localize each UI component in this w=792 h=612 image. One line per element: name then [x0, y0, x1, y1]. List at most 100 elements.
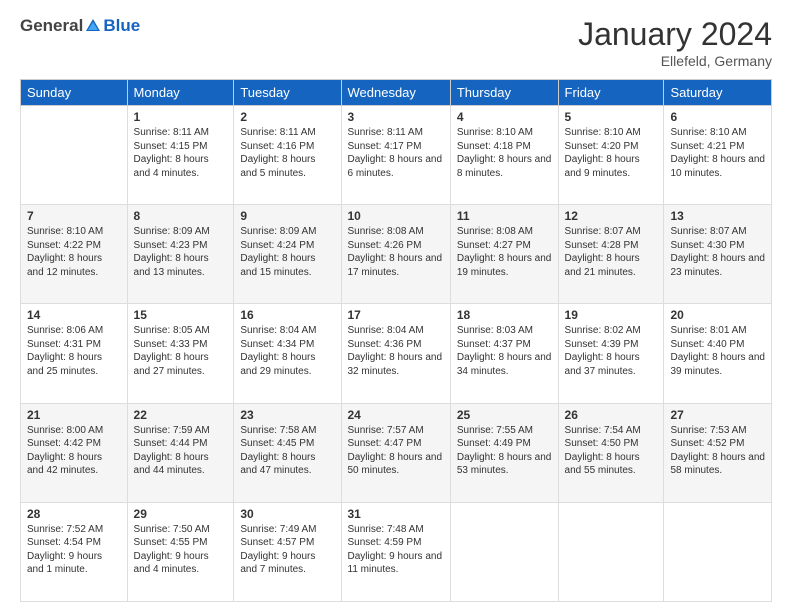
cell-content: Sunrise: 8:10 AMSunset: 4:18 PMDaylight:… — [457, 126, 552, 180]
day-number: 24 — [348, 408, 444, 422]
week-row-4: 28 Sunrise: 7:52 AMSunset: 4:54 PMDayligh… — [21, 502, 772, 601]
cell-2-4: 18 Sunrise: 8:03 AMSunset: 4:37 PMDayligh… — [450, 304, 558, 403]
calendar-table: Sunday Monday Tuesday Wednesday Thursday… — [20, 79, 772, 602]
cell-content: Sunrise: 8:09 AMSunset: 4:24 PMDaylight:… — [240, 225, 334, 279]
cell-3-3: 24 Sunrise: 7:57 AMSunset: 4:47 PMDayligh… — [341, 403, 450, 502]
day-number: 21 — [27, 408, 121, 422]
logo: General Blue — [20, 16, 140, 36]
cell-content: Sunrise: 7:57 AMSunset: 4:47 PMDaylight:… — [348, 424, 444, 478]
col-wednesday: Wednesday — [341, 80, 450, 106]
week-row-1: 7Sunrise: 8:10 AMSunset: 4:22 PMDaylight… — [21, 205, 772, 304]
cell-2-2: 16Sunrise: 8:04 AMSunset: 4:34 PMDayligh… — [234, 304, 341, 403]
day-number: 29 — [134, 507, 228, 521]
cell-content: Sunrise: 8:05 AMSunset: 4:33 PMDaylight:… — [134, 324, 228, 378]
cell-4-1: 29 Sunrise: 7:50 AMSunset: 4:55 PMDayligh… — [127, 502, 234, 601]
cell-4-2: 30 Sunrise: 7:49 AMSunset: 4:57 PMDayligh… — [234, 502, 341, 601]
cell-content: Sunrise: 8:08 AMSunset: 4:26 PMDaylight:… — [348, 225, 444, 279]
col-friday: Friday — [558, 80, 664, 106]
logo-icon — [84, 17, 102, 35]
cell-content: Sunrise: 8:10 AMSunset: 4:22 PMDaylight:… — [27, 225, 121, 279]
month-title: January 2024 — [578, 16, 772, 53]
cell-4-0: 28 Sunrise: 7:52 AMSunset: 4:54 PMDayligh… — [21, 502, 128, 601]
cell-content: Sunrise: 7:58 AMSunset: 4:45 PMDaylight:… — [240, 424, 334, 478]
cell-3-4: 25 Sunrise: 7:55 AMSunset: 4:49 PMDayligh… — [450, 403, 558, 502]
cell-1-5: 12 Sunrise: 8:07 AMSunset: 4:28 PMDayligh… — [558, 205, 664, 304]
cell-4-4 — [450, 502, 558, 601]
cell-content: Sunrise: 8:07 AMSunset: 4:28 PMDaylight:… — [565, 225, 658, 279]
cell-content: Sunrise: 8:03 AMSunset: 4:37 PMDaylight:… — [457, 324, 552, 378]
cell-0-3: 3Sunrise: 8:11 AMSunset: 4:17 PMDaylight… — [341, 106, 450, 205]
cell-content: Sunrise: 7:59 AMSunset: 4:44 PMDaylight:… — [134, 424, 228, 478]
day-number: 28 — [27, 507, 121, 521]
cell-content: Sunrise: 7:50 AMSunset: 4:55 PMDaylight:… — [134, 523, 228, 577]
cell-3-1: 22 Sunrise: 7:59 AMSunset: 4:44 PMDayligh… — [127, 403, 234, 502]
day-number: 25 — [457, 408, 552, 422]
cell-content: Sunrise: 7:49 AMSunset: 4:57 PMDaylight:… — [240, 523, 334, 577]
day-number: 2 — [240, 110, 334, 124]
page: General Blue January 2024 Ellefeld, Germ… — [0, 0, 792, 612]
logo-general: General — [20, 16, 83, 36]
day-number: 5 — [565, 110, 658, 124]
cell-content: Sunrise: 8:04 AMSunset: 4:36 PMDaylight:… — [348, 324, 444, 378]
day-number: 1 — [134, 110, 228, 124]
day-number: 10 — [348, 209, 444, 223]
day-number: 11 — [457, 209, 552, 223]
day-number: 27 — [670, 408, 765, 422]
cell-content: Sunrise: 8:11 AMSunset: 4:16 PMDaylight:… — [240, 126, 334, 180]
day-number: 3 — [348, 110, 444, 124]
week-row-0: 1 Sunrise: 8:11 AMSunset: 4:15 PMDaylight… — [21, 106, 772, 205]
cell-content: Sunrise: 7:53 AMSunset: 4:52 PMDaylight:… — [670, 424, 765, 478]
cell-1-0: 7Sunrise: 8:10 AMSunset: 4:22 PMDaylight… — [21, 205, 128, 304]
day-number: 31 — [348, 507, 444, 521]
col-thursday: Thursday — [450, 80, 558, 106]
cell-0-5: 5 Sunrise: 8:10 AMSunset: 4:20 PMDaylight… — [558, 106, 664, 205]
cell-2-3: 17 Sunrise: 8:04 AMSunset: 4:36 PMDayligh… — [341, 304, 450, 403]
day-number: 6 — [670, 110, 765, 124]
location: Ellefeld, Germany — [578, 53, 772, 69]
cell-content: Sunrise: 8:00 AMSunset: 4:42 PMDaylight:… — [27, 424, 121, 478]
day-number: 30 — [240, 507, 334, 521]
cell-4-3: 31 Sunrise: 7:48 AMSunset: 4:59 PMDayligh… — [341, 502, 450, 601]
cell-0-1: 1 Sunrise: 8:11 AMSunset: 4:15 PMDaylight… — [127, 106, 234, 205]
day-number: 17 — [348, 308, 444, 322]
cell-3-0: 21 Sunrise: 8:00 AMSunset: 4:42 PMDayligh… — [21, 403, 128, 502]
cell-content: Sunrise: 8:07 AMSunset: 4:30 PMDaylight:… — [670, 225, 765, 279]
day-number: 9 — [240, 209, 334, 223]
cell-content: Sunrise: 8:02 AMSunset: 4:39 PMDaylight:… — [565, 324, 658, 378]
cell-content: Sunrise: 8:08 AMSunset: 4:27 PMDaylight:… — [457, 225, 552, 279]
cell-3-2: 23 Sunrise: 7:58 AMSunset: 4:45 PMDayligh… — [234, 403, 341, 502]
cell-content: Sunrise: 7:48 AMSunset: 4:59 PMDaylight:… — [348, 523, 444, 577]
day-number: 20 — [670, 308, 765, 322]
day-number: 12 — [565, 209, 658, 223]
cell-content: Sunrise: 8:10 AMSunset: 4:20 PMDaylight:… — [565, 126, 658, 180]
cell-content: Sunrise: 8:04 AMSunset: 4:34 PMDaylight:… — [240, 324, 334, 378]
day-number: 23 — [240, 408, 334, 422]
day-number: 4 — [457, 110, 552, 124]
cell-content: Sunrise: 7:52 AMSunset: 4:54 PMDaylight:… — [27, 523, 121, 577]
cell-0-6: 6 Sunrise: 8:10 AMSunset: 4:21 PMDaylight… — [664, 106, 772, 205]
day-number: 14 — [27, 308, 121, 322]
col-tuesday: Tuesday — [234, 80, 341, 106]
cell-1-3: 10 Sunrise: 8:08 AMSunset: 4:26 PMDayligh… — [341, 205, 450, 304]
day-number: 22 — [134, 408, 228, 422]
cell-content: Sunrise: 8:09 AMSunset: 4:23 PMDaylight:… — [134, 225, 228, 279]
day-number: 13 — [670, 209, 765, 223]
cell-0-4: 4 Sunrise: 8:10 AMSunset: 4:18 PMDaylight… — [450, 106, 558, 205]
cell-3-6: 27 Sunrise: 7:53 AMSunset: 4:52 PMDayligh… — [664, 403, 772, 502]
cell-2-0: 14Sunrise: 8:06 AMSunset: 4:31 PMDayligh… — [21, 304, 128, 403]
cell-content: Sunrise: 8:10 AMSunset: 4:21 PMDaylight:… — [670, 126, 765, 180]
cell-0-2: 2 Sunrise: 8:11 AMSunset: 4:16 PMDaylight… — [234, 106, 341, 205]
cell-content: Sunrise: 7:54 AMSunset: 4:50 PMDaylight:… — [565, 424, 658, 478]
cell-2-6: 20Sunrise: 8:01 AMSunset: 4:40 PMDayligh… — [664, 304, 772, 403]
header: General Blue January 2024 Ellefeld, Germ… — [20, 16, 772, 69]
col-saturday: Saturday — [664, 80, 772, 106]
cell-1-4: 11 Sunrise: 8:08 AMSunset: 4:27 PMDayligh… — [450, 205, 558, 304]
cell-content: Sunrise: 7:55 AMSunset: 4:49 PMDaylight:… — [457, 424, 552, 478]
col-sunday: Sunday — [21, 80, 128, 106]
day-number: 19 — [565, 308, 658, 322]
day-number: 8 — [134, 209, 228, 223]
cell-2-1: 15Sunrise: 8:05 AMSunset: 4:33 PMDayligh… — [127, 304, 234, 403]
day-number: 18 — [457, 308, 552, 322]
cell-1-6: 13 Sunrise: 8:07 AMSunset: 4:30 PMDayligh… — [664, 205, 772, 304]
cell-content: Sunrise: 8:11 AMSunset: 4:15 PMDaylight:… — [134, 126, 228, 180]
